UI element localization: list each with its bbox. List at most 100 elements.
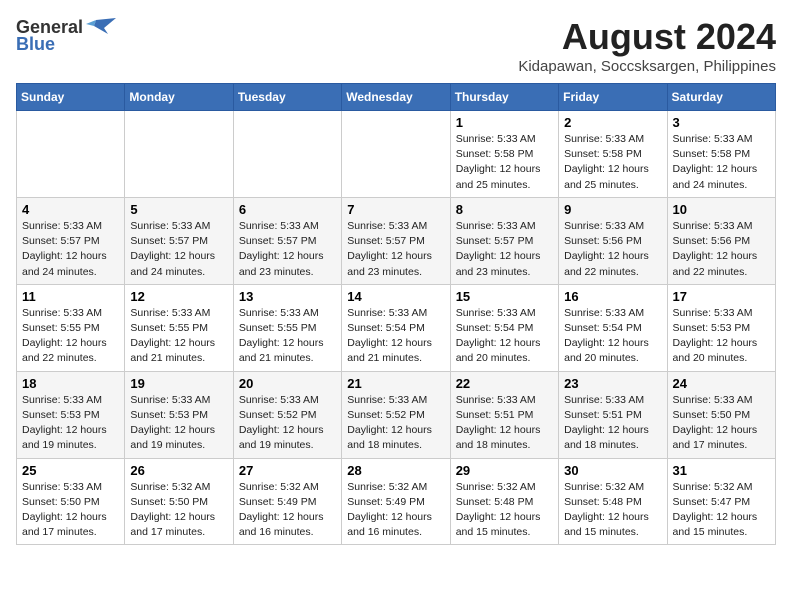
day-content: Sunrise: 5:32 AM Sunset: 5:50 PM Dayligh… bbox=[130, 480, 227, 541]
calendar-cell: 7 Sunrise: 5:33 AM Sunset: 5:57 PM Daylig… bbox=[342, 197, 450, 284]
day-content: Sunrise: 5:32 AM Sunset: 5:48 PM Dayligh… bbox=[564, 480, 661, 541]
calendar-cell: 27 Sunrise: 5:32 AM Sunset: 5:49 PM Dayli… bbox=[233, 458, 341, 545]
day-number: 26 bbox=[130, 463, 227, 478]
calendar-cell: 2Sunrise: 5:33 AM Sunset: 5:58 PM Daylig… bbox=[559, 111, 667, 198]
day-number: 18 bbox=[22, 376, 119, 391]
day-content: Sunrise: 5:33 AM Sunset: 5:51 PM Dayligh… bbox=[564, 393, 661, 454]
calendar-cell: 8 Sunrise: 5:33 AM Sunset: 5:57 PM Daylig… bbox=[450, 197, 558, 284]
calendar-cell: 3Sunrise: 5:33 AM Sunset: 5:58 PM Daylig… bbox=[667, 111, 775, 198]
calendar-cell: 21 Sunrise: 5:33 AM Sunset: 5:52 PM Dayli… bbox=[342, 371, 450, 458]
calendar-week-row: 4 Sunrise: 5:33 AM Sunset: 5:57 PM Daylig… bbox=[17, 197, 776, 284]
column-header-sunday: Sunday bbox=[17, 84, 125, 111]
day-number: 5 bbox=[130, 202, 227, 217]
day-content: Sunrise: 5:32 AM Sunset: 5:47 PM Dayligh… bbox=[673, 480, 770, 541]
calendar-cell: 4Sunrise: 5:33 AM Sunset: 5:57 PM Daylig… bbox=[17, 197, 125, 284]
day-content: Sunrise: 5:33 AM Sunset: 5:53 PM Dayligh… bbox=[673, 306, 770, 367]
day-content: Sunrise: 5:33 AM Sunset: 5:53 PM Dayligh… bbox=[130, 393, 227, 454]
day-content: Sunrise: 5:33 AM Sunset: 5:53 PM Dayligh… bbox=[22, 393, 119, 454]
calendar-cell: 17 Sunrise: 5:33 AM Sunset: 5:53 PM Dayli… bbox=[667, 284, 775, 371]
day-number: 10 bbox=[673, 202, 770, 217]
logo: General Blue bbox=[16, 16, 116, 55]
calendar-cell: 12Sunrise: 5:33 AM Sunset: 5:55 PM Dayli… bbox=[125, 284, 233, 371]
calendar-cell: 26 Sunrise: 5:32 AM Sunset: 5:50 PM Dayli… bbox=[125, 458, 233, 545]
column-header-saturday: Saturday bbox=[667, 84, 775, 111]
calendar-cell: 11 Sunrise: 5:33 AM Sunset: 5:55 PM Dayli… bbox=[17, 284, 125, 371]
calendar-cell: 31 Sunrise: 5:32 AM Sunset: 5:47 PM Dayli… bbox=[667, 458, 775, 545]
calendar-cell bbox=[17, 111, 125, 198]
day-content: Sunrise: 5:33 AM Sunset: 5:50 PM Dayligh… bbox=[673, 393, 770, 454]
calendar-cell: 13 Sunrise: 5:33 AM Sunset: 5:55 PM Dayli… bbox=[233, 284, 341, 371]
day-content: Sunrise: 5:33 AM Sunset: 5:56 PM Dayligh… bbox=[673, 219, 770, 280]
calendar-header-row: SundayMondayTuesdayWednesdayThursdayFrid… bbox=[17, 84, 776, 111]
calendar-cell: 5 Sunrise: 5:33 AM Sunset: 5:57 PM Daylig… bbox=[125, 197, 233, 284]
day-number: 7 bbox=[347, 202, 444, 217]
day-content: Sunrise: 5:33 AM Sunset: 5:56 PM Dayligh… bbox=[564, 219, 661, 280]
day-number: 19 bbox=[130, 376, 227, 391]
day-number: 13 bbox=[239, 289, 336, 304]
day-content: Sunrise: 5:33 AM Sunset: 5:52 PM Dayligh… bbox=[347, 393, 444, 454]
day-number: 8 bbox=[456, 202, 553, 217]
header: General Blue August 2024 Kidapawan, Socc… bbox=[16, 16, 776, 75]
calendar-cell: 23 Sunrise: 5:33 AM Sunset: 5:51 PM Dayli… bbox=[559, 371, 667, 458]
day-content: Sunrise: 5:33 AM Sunset: 5:55 PM Dayligh… bbox=[22, 306, 119, 367]
day-number: 17 bbox=[673, 289, 770, 304]
calendar-cell: 15Sunrise: 5:33 AM Sunset: 5:54 PM Dayli… bbox=[450, 284, 558, 371]
day-number: 11 bbox=[22, 289, 119, 304]
logo-bird-icon bbox=[86, 16, 116, 38]
day-content: Sunrise: 5:32 AM Sunset: 5:49 PM Dayligh… bbox=[347, 480, 444, 541]
calendar-cell bbox=[233, 111, 341, 198]
day-content: Sunrise: 5:33 AM Sunset: 5:55 PM Dayligh… bbox=[239, 306, 336, 367]
calendar-cell: 19 Sunrise: 5:33 AM Sunset: 5:53 PM Dayli… bbox=[125, 371, 233, 458]
calendar-week-row: 1Sunrise: 5:33 AM Sunset: 5:58 PM Daylig… bbox=[17, 111, 776, 198]
day-content: Sunrise: 5:33 AM Sunset: 5:57 PM Dayligh… bbox=[347, 219, 444, 280]
column-header-friday: Friday bbox=[559, 84, 667, 111]
day-number: 21 bbox=[347, 376, 444, 391]
day-number: 27 bbox=[239, 463, 336, 478]
calendar-cell: 25 Sunrise: 5:33 AM Sunset: 5:50 PM Dayli… bbox=[17, 458, 125, 545]
calendar-week-row: 18 Sunrise: 5:33 AM Sunset: 5:53 PM Dayli… bbox=[17, 371, 776, 458]
calendar-cell bbox=[342, 111, 450, 198]
day-content: Sunrise: 5:33 AM Sunset: 5:54 PM Dayligh… bbox=[347, 306, 444, 367]
column-header-wednesday: Wednesday bbox=[342, 84, 450, 111]
calendar-cell: 10 Sunrise: 5:33 AM Sunset: 5:56 PM Dayli… bbox=[667, 197, 775, 284]
day-number: 4 bbox=[22, 202, 119, 217]
day-number: 24 bbox=[673, 376, 770, 391]
column-header-monday: Monday bbox=[125, 84, 233, 111]
day-content: Sunrise: 5:33 AM Sunset: 5:51 PM Dayligh… bbox=[456, 393, 553, 454]
day-content: Sunrise: 5:33 AM Sunset: 5:54 PM Dayligh… bbox=[564, 306, 661, 367]
day-content: Sunrise: 5:33 AM Sunset: 5:54 PM Dayligh… bbox=[456, 306, 553, 367]
day-number: 29 bbox=[456, 463, 553, 478]
day-number: 30 bbox=[564, 463, 661, 478]
day-content: Sunrise: 5:33 AM Sunset: 5:58 PM Dayligh… bbox=[564, 132, 661, 193]
calendar-week-row: 11 Sunrise: 5:33 AM Sunset: 5:55 PM Dayli… bbox=[17, 284, 776, 371]
day-number: 31 bbox=[673, 463, 770, 478]
calendar-cell: 18 Sunrise: 5:33 AM Sunset: 5:53 PM Dayli… bbox=[17, 371, 125, 458]
day-content: Sunrise: 5:33 AM Sunset: 5:55 PM Dayligh… bbox=[130, 306, 227, 367]
day-content: Sunrise: 5:33 AM Sunset: 5:57 PM Dayligh… bbox=[239, 219, 336, 280]
calendar-cell: 28 Sunrise: 5:32 AM Sunset: 5:49 PM Dayli… bbox=[342, 458, 450, 545]
day-content: Sunrise: 5:32 AM Sunset: 5:49 PM Dayligh… bbox=[239, 480, 336, 541]
day-content: Sunrise: 5:33 AM Sunset: 5:52 PM Dayligh… bbox=[239, 393, 336, 454]
logo-blue-text: Blue bbox=[16, 34, 55, 55]
day-content: Sunrise: 5:32 AM Sunset: 5:48 PM Dayligh… bbox=[456, 480, 553, 541]
day-content: Sunrise: 5:33 AM Sunset: 5:57 PM Dayligh… bbox=[130, 219, 227, 280]
day-content: Sunrise: 5:33 AM Sunset: 5:57 PM Dayligh… bbox=[456, 219, 553, 280]
day-number: 9 bbox=[564, 202, 661, 217]
day-number: 23 bbox=[564, 376, 661, 391]
day-content: Sunrise: 5:33 AM Sunset: 5:50 PM Dayligh… bbox=[22, 480, 119, 541]
day-content: Sunrise: 5:33 AM Sunset: 5:58 PM Dayligh… bbox=[456, 132, 553, 193]
day-number: 16 bbox=[564, 289, 661, 304]
calendar-cell: 20Sunrise: 5:33 AM Sunset: 5:52 PM Dayli… bbox=[233, 371, 341, 458]
day-number: 3 bbox=[673, 115, 770, 130]
calendar-cell: 1Sunrise: 5:33 AM Sunset: 5:58 PM Daylig… bbox=[450, 111, 558, 198]
day-number: 25 bbox=[22, 463, 119, 478]
day-number: 22 bbox=[456, 376, 553, 391]
day-number: 28 bbox=[347, 463, 444, 478]
calendar-cell: 24 Sunrise: 5:33 AM Sunset: 5:50 PM Dayli… bbox=[667, 371, 775, 458]
column-header-tuesday: Tuesday bbox=[233, 84, 341, 111]
calendar-cell: 14 Sunrise: 5:33 AM Sunset: 5:54 PM Dayli… bbox=[342, 284, 450, 371]
day-number: 14 bbox=[347, 289, 444, 304]
calendar-cell bbox=[125, 111, 233, 198]
title-area: August 2024 Kidapawan, Soccsksargen, Phi… bbox=[518, 16, 776, 75]
calendar-cell: 22 Sunrise: 5:33 AM Sunset: 5:51 PM Dayli… bbox=[450, 371, 558, 458]
